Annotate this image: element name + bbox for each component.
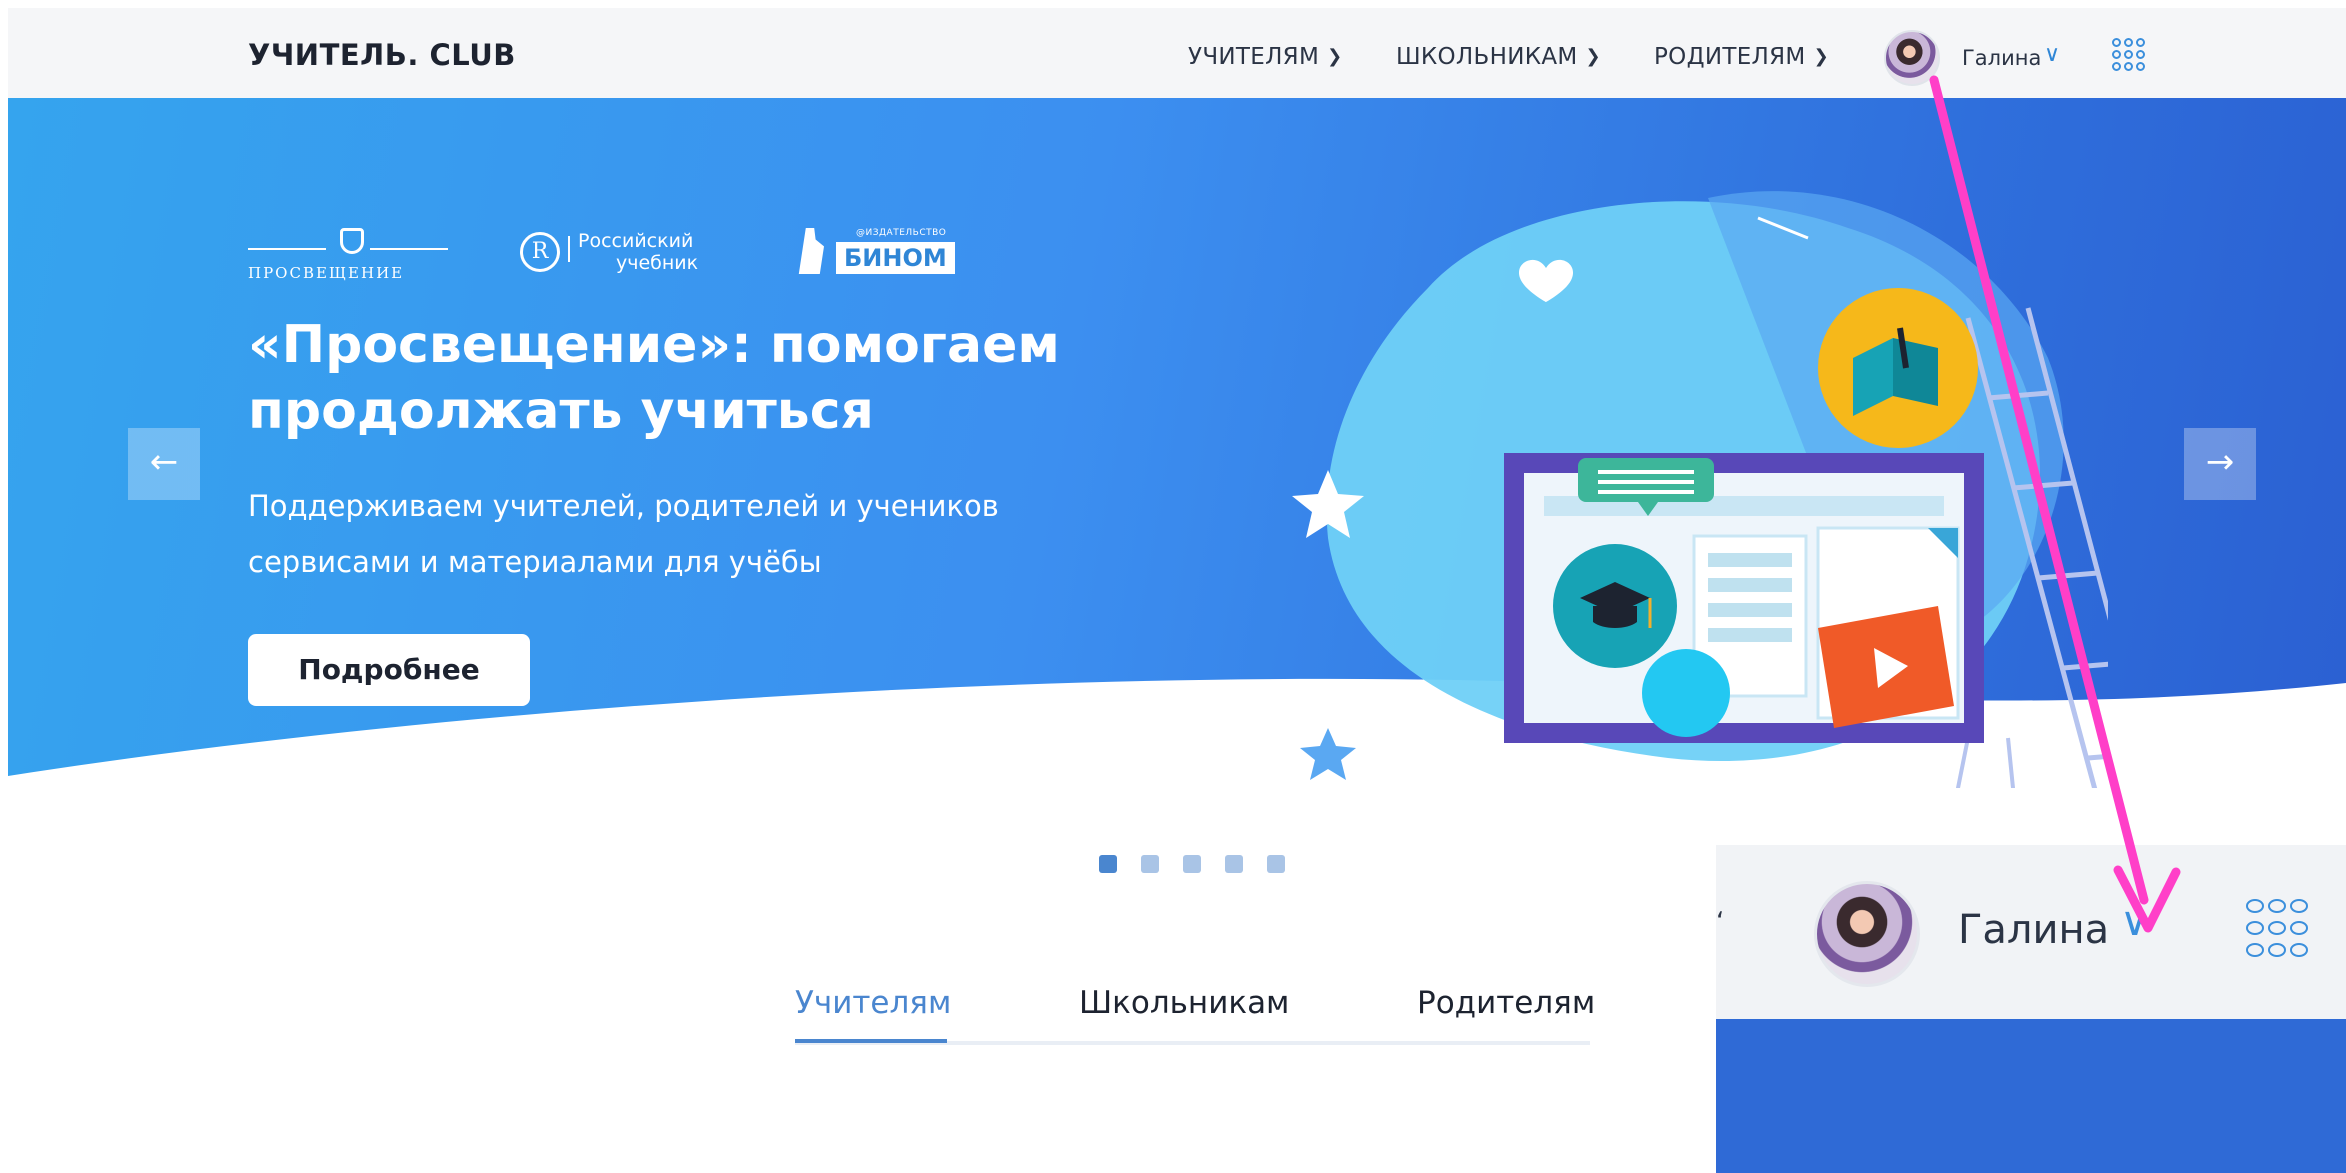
- chevron-down-icon: ❯: [1813, 46, 1829, 67]
- nav-students-label: ШКОЛЬНИКАМ: [1396, 44, 1578, 70]
- carousel-dot-4[interactable]: [1225, 855, 1243, 873]
- zoom-apps-grid-icon[interactable]: [2246, 899, 2310, 963]
- zoom-user-avatar[interactable]: [1814, 881, 1920, 987]
- zoom-chevron-down-icon[interactable]: ∨: [2120, 899, 2149, 945]
- nav-parents-label: РОДИТЕЛЯМ: [1654, 44, 1806, 70]
- carousel-dot-5[interactable]: [1267, 855, 1285, 873]
- carousel-dot-2[interactable]: [1141, 855, 1159, 873]
- zoom-inset-hero: [1716, 1019, 2346, 1173]
- more-button[interactable]: Подробнее: [248, 634, 530, 706]
- hero-banner: ПРОСВЕЩЕНИЕ R Российский учебник @ИЗДАТЕ…: [8, 98, 2346, 788]
- apps-grid-icon[interactable]: [2112, 38, 2146, 72]
- education-illustration: [1292, 191, 2108, 788]
- zoom-inset: ʻ Галина ∨: [1716, 845, 2346, 1173]
- hero-title: «Просвещение»: помогаем продолжать учить…: [248, 315, 1060, 441]
- zoom-user-name[interactable]: Галина: [1958, 907, 2109, 953]
- chevron-down-icon: ❯: [1327, 46, 1343, 67]
- tab-parents[interactable]: Родителям: [1417, 985, 1595, 1021]
- logo-binom: @ИЗДАТЕЛЬСТВО БИНОМ: [796, 226, 966, 286]
- user-menu-chevron-icon[interactable]: ∨: [2044, 42, 2060, 67]
- tab-teachers[interactable]: Учителям: [795, 985, 951, 1021]
- tab-active-indicator: [795, 1039, 947, 1043]
- nav-teachers-label: УЧИТЕЛЯМ: [1188, 44, 1320, 70]
- nav-parents[interactable]: РОДИТЕЛЯМ ❯: [1654, 44, 1829, 70]
- user-name[interactable]: Галина: [1962, 46, 2041, 70]
- nav-teachers[interactable]: УЧИТЕЛЯМ ❯: [1188, 44, 1342, 70]
- tab-students[interactable]: Школьникам: [1079, 985, 1289, 1021]
- chevron-down-icon: ❯: [1585, 46, 1601, 67]
- brand-logo[interactable]: УЧИТЕЛЬ. CLUB: [248, 38, 516, 72]
- audience-tabs: Учителям Школьникам Родителям: [795, 985, 1595, 1045]
- carousel-dot-3[interactable]: [1183, 855, 1201, 873]
- carousel-next-button[interactable]: →: [2184, 428, 2256, 500]
- user-avatar[interactable]: [1884, 30, 1940, 86]
- logo-rossiyskiy-uchebnik: R Российский учебник: [520, 226, 740, 286]
- zoom-fragment-text: ʻ: [1716, 907, 1725, 937]
- carousel-dot-1[interactable]: [1099, 855, 1117, 873]
- logo-prosveshchenie: ПРОСВЕЩЕНИЕ: [248, 226, 448, 286]
- hero-subtitle: Поддерживаем учителей, родителей и учени…: [248, 489, 999, 579]
- nav-students[interactable]: ШКОЛЬНИКАМ ❯: [1396, 44, 1601, 70]
- carousel-prev-button[interactable]: ←: [128, 428, 200, 500]
- top-header: УЧИТЕЛЬ. CLUB УЧИТЕЛЯМ ❯ ШКОЛЬНИКАМ ❯ РОДИ…: [8, 8, 2346, 98]
